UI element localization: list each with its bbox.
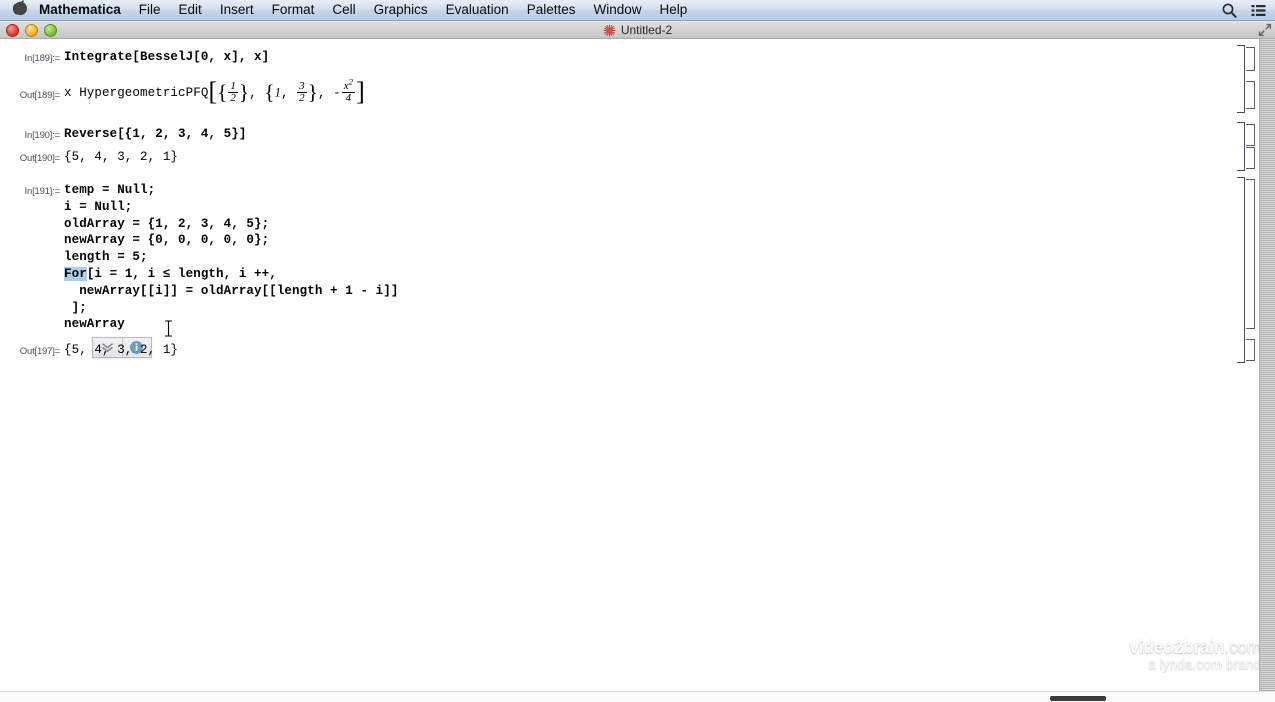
notebook-cell-out-190[interactable]: Out[190]= {5, 4, 3, 2, 1} (0, 149, 1258, 171)
notebook-cell-in-190[interactable]: In[190]:= Reverse[{1, 2, 3, 4, 5}] (0, 126, 1258, 148)
input-expression-189[interactable]: Integrate[BesselJ[0, x], x] (64, 49, 269, 66)
code-line-temp: temp = Null; (64, 183, 156, 197)
input-expression-190[interactable]: Reverse[{1, 2, 3, 4, 5}] (64, 126, 246, 143)
notification-center-icon[interactable] (1250, 2, 1267, 19)
output-expression-189: x HypergeometricPFQ[{1 2}, {1, 3 2}, - x2 4] (64, 75, 365, 107)
code-line-i: i = Null; (64, 199, 133, 214)
for-closing-bracket: ]; (71, 300, 87, 315)
code-line-newarray: newArray = {0, 0, 0, 0, 0}; (64, 233, 270, 248)
out-label-189: Out[189]= (19, 90, 60, 101)
notebook-canvas[interactable]: In[189]:= Integrate[BesselJ[0, x], x] Ou… (0, 39, 1275, 691)
notebook-cell-in-189[interactable]: In[189]:= Integrate[BesselJ[0, x], x] (0, 49, 1258, 71)
menu-item-palettes[interactable]: Palettes (518, 0, 585, 20)
notebook-cell-in-191[interactable]: In[191]:= temp = Null; i = Null; oldArra… (0, 182, 1258, 332)
horizontal-scrollbar[interactable] (0, 691, 1275, 702)
mathematica-spikey-icon (603, 23, 616, 37)
hypergeometric-head: x HypergeometricPFQ (64, 85, 209, 100)
watermark-brand: video2brain (1129, 637, 1225, 657)
cell-bracket-in-189[interactable] (1246, 47, 1255, 71)
mac-menu-bar: Mathematica File Edit Insert Format Cell… (0, 0, 1275, 21)
cell-group-bracket-190[interactable] (1237, 122, 1245, 171)
comma-3: , (317, 86, 334, 101)
cell-bracket-out-190[interactable] (1246, 147, 1255, 169)
for-header-rest: [i = 1, i ≤ length, i ++, (86, 266, 277, 281)
menu-item-file[interactable]: File (130, 0, 170, 20)
horizontal-scrollbar-thumb[interactable] (1050, 696, 1106, 701)
notebook-cell-out-197[interactable]: Out[197]= {5, 4, 3, 2, 1} (0, 342, 1258, 364)
code-line-newarray-eval: newArray (64, 317, 125, 332)
code-line-length: length = 5; (64, 250, 148, 265)
spotlight-search-icon[interactable] (1221, 2, 1238, 19)
input-expression-191[interactable]: temp = Null; i = Null; oldArray = {1, 2,… (64, 182, 398, 333)
menu-item-graphics[interactable]: Graphics (365, 0, 437, 20)
menu-item-edit[interactable]: Edit (170, 0, 211, 20)
window-title-bar[interactable]: Untitled-2 (0, 21, 1275, 39)
fraction-one-half: 12 (228, 79, 238, 105)
cell-group-bracket-191[interactable] (1237, 177, 1245, 363)
window-title-text: Untitled-2 (620, 23, 673, 37)
mathematica-window: Mathematica File Edit Insert Format Cell… (0, 0, 1275, 702)
comma-1: , (249, 86, 265, 101)
apple-logo-icon[interactable] (12, 0, 29, 18)
minus-sign: - (333, 86, 341, 101)
set1-close: } (239, 80, 250, 105)
watermark-tld: .com (1224, 637, 1261, 657)
for-body-statement: newArray[[i]] = oldArray[[length + 1 - i… (79, 283, 399, 298)
in-label-189: In[189]:= (24, 53, 61, 64)
open-bracket: [ (208, 77, 218, 107)
watermark-line-2: a lynda.com brand (1148, 657, 1261, 672)
fraction-three-halves: 32 (297, 79, 307, 105)
menu-item-evaluation[interactable]: Evaluation (437, 0, 518, 20)
vertical-scrollbar[interactable] (1259, 39, 1275, 691)
set2-open: { (264, 80, 275, 105)
menu-item-help[interactable]: Help (650, 0, 696, 20)
menu-item-cell[interactable]: Cell (323, 0, 364, 20)
menu-item-format[interactable]: Format (263, 0, 324, 20)
fullscreen-resize-icon[interactable] (1258, 23, 1272, 37)
text-ibeam-cursor (165, 320, 172, 337)
in-label-191: In[191]:= (24, 186, 61, 197)
menu-item-mathematica[interactable]: Mathematica (39, 0, 130, 20)
menu-item-insert[interactable]: Insert (211, 0, 263, 20)
set1-open: { (217, 80, 228, 105)
notebook-cell-out-189[interactable]: Out[189]= x HypergeometricPFQ[{1 2}, {1, … (0, 77, 1258, 113)
cell-bracket-out-197[interactable] (1246, 339, 1255, 361)
cell-bracket-out-189[interactable] (1246, 81, 1255, 109)
in-label-190: In[190]:= (24, 130, 61, 141)
out-label-190: Out[190]= (19, 153, 60, 164)
watermark-line-1: video2brain.com (1129, 638, 1261, 657)
code-line-oldarray: oldArray = {1, 2, 3, 4, 5}; (64, 216, 270, 231)
video2brain-watermark: video2brain.com a lynda.com brand (1129, 638, 1261, 673)
for-keyword-selected[interactable]: For (64, 266, 87, 281)
menu-bar-status-items (1221, 2, 1275, 19)
cell-group-bracket-189[interactable] (1237, 45, 1245, 113)
output-expression-197: {5, 4, 3, 2, 1} (64, 343, 179, 357)
cell-bracket-in-190[interactable] (1246, 124, 1255, 146)
cell-bracket-in-191[interactable] (1246, 179, 1255, 329)
menu-item-window[interactable]: Window (584, 0, 650, 20)
out-label-197: Out[197]= (19, 346, 60, 357)
close-bracket: ] (356, 77, 365, 107)
output-expression-190: {5, 4, 3, 2, 1} (64, 150, 179, 164)
window-title: Untitled-2 (0, 21, 1275, 39)
set2-close: } (307, 80, 318, 105)
fraction-x-squared-over-four: x2 4 (341, 75, 356, 105)
comma-2: , (280, 86, 297, 101)
